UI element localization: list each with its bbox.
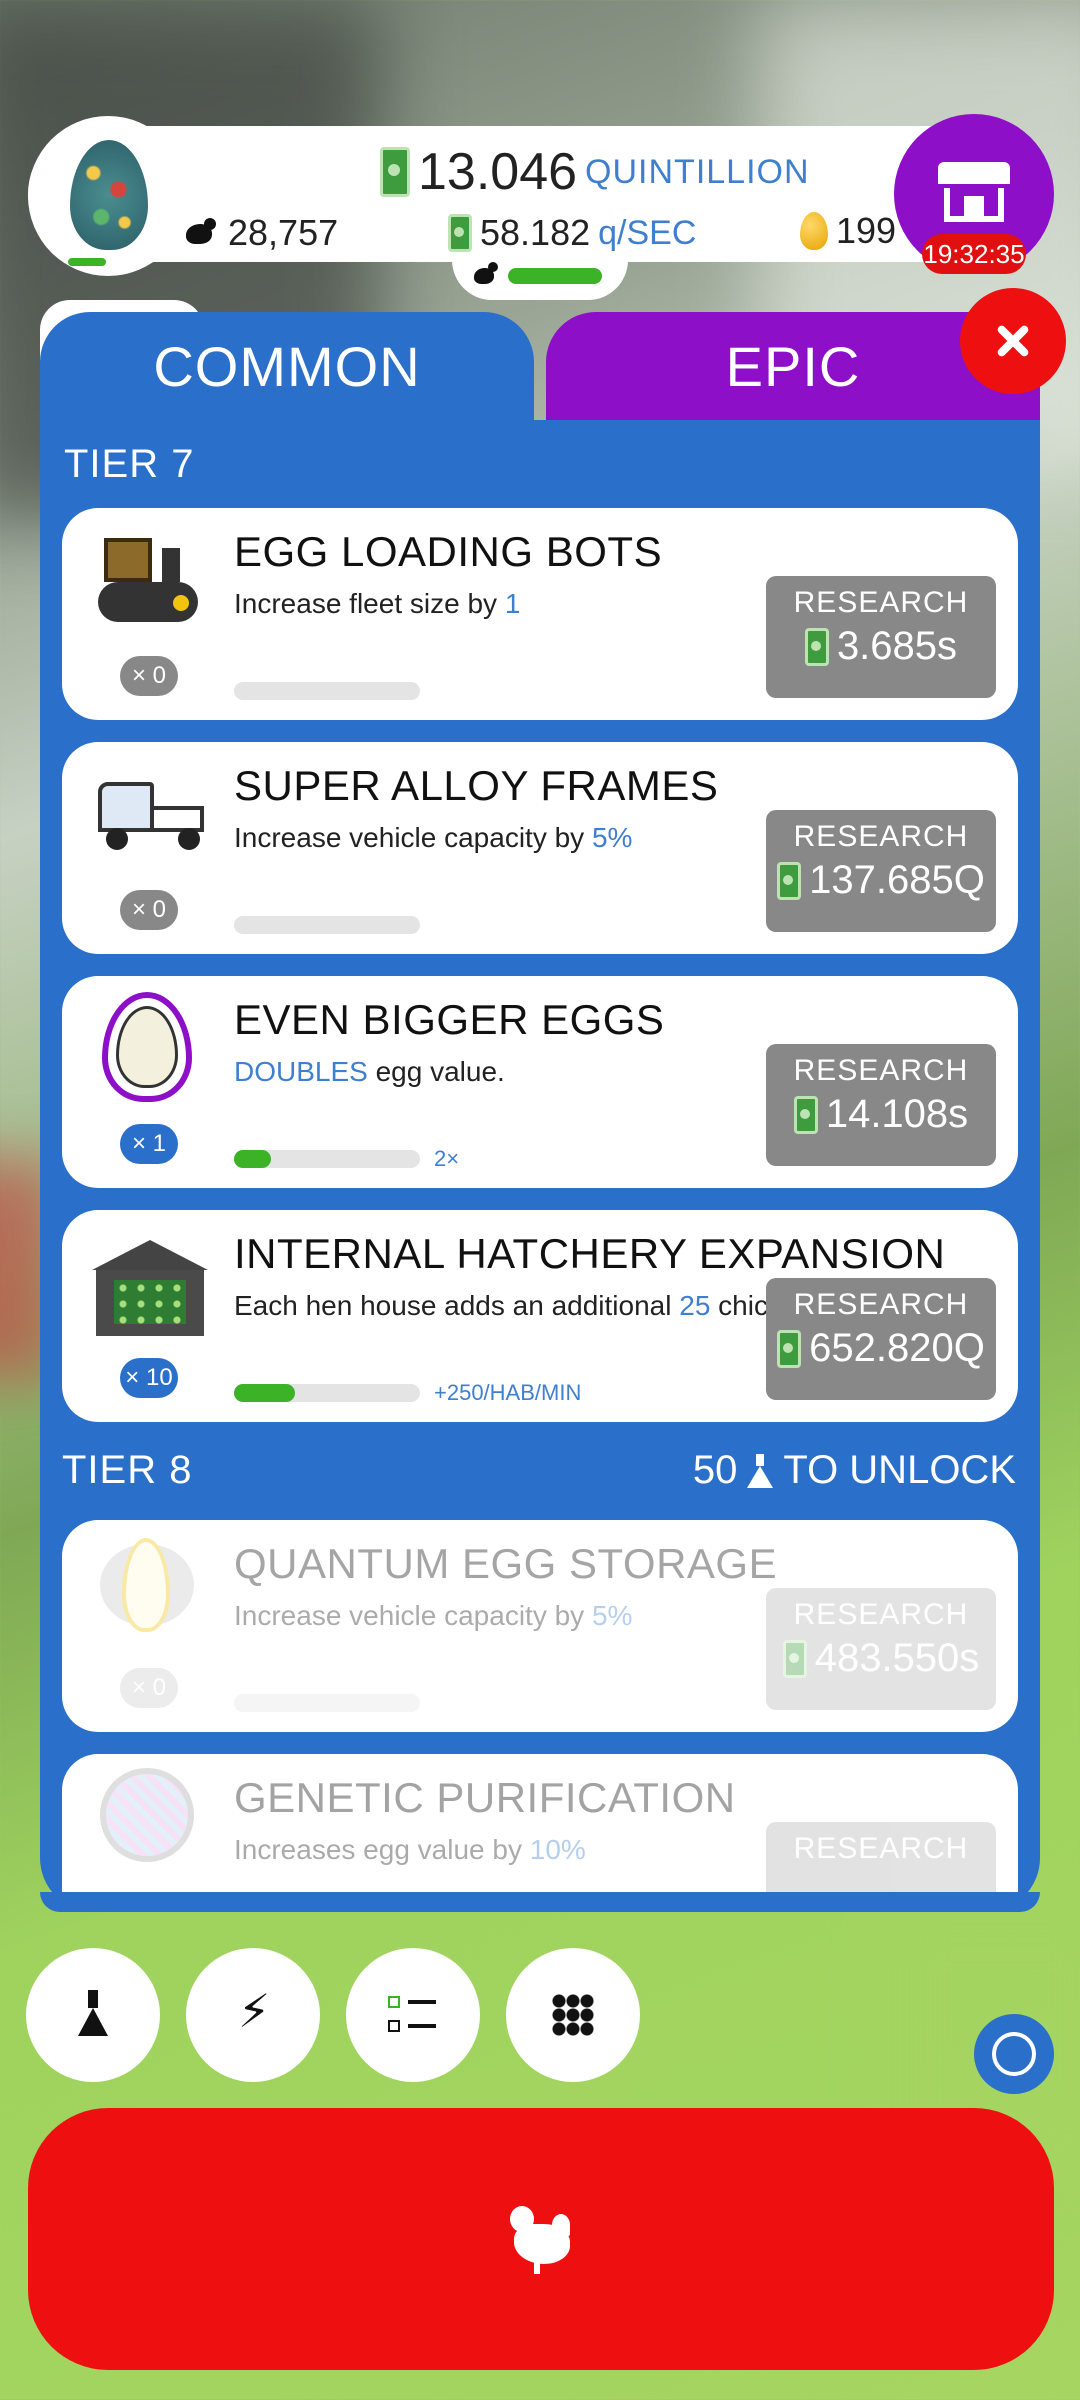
research-description: Increases egg value by 10% <box>234 1834 586 1865</box>
tier-8-title: TIER 8 <box>62 1448 193 1492</box>
checklist-icon <box>388 1992 440 2040</box>
chicken-icon <box>474 262 500 288</box>
research-button[interactable]: RESEARCH 3.685s <box>766 576 996 698</box>
research-button: RESEARCH <box>766 1822 996 1892</box>
research-title: GENETIC PURIFICATION <box>234 1774 736 1821</box>
money-display: 13.046 QUINTILLION <box>380 142 810 202</box>
panel-bottom-edge <box>40 1892 1040 1912</box>
cash-icon <box>777 861 802 900</box>
loading-bot-icon <box>92 538 208 638</box>
research-button-label: RESEARCH <box>793 1054 969 1087</box>
research-card-quantum-egg-storage: × 0 QUANTUM EGG STORAGE Increase vehicle… <box>62 1520 1018 1732</box>
research-button-label: RESEARCH <box>793 820 969 853</box>
research-title: QUANTUM EGG STORAGE <box>234 1540 778 1587</box>
research-button-label: RESEARCH <box>793 1832 969 1865</box>
earning-rate: 58.182 q/SEC <box>448 212 696 254</box>
menu-nav-button[interactable] <box>506 1948 640 2082</box>
research-description: Increase vehicle capacity by 5% <box>234 1600 633 1631</box>
hab-capacity-bar <box>508 268 602 284</box>
research-card-even-bigger-eggs: × 1 EVEN BIGGER EGGS DOUBLES egg value. … <box>62 976 1018 1188</box>
golden-eggs: 199 <box>800 210 896 252</box>
research-card-super-alloy-frames: × 0 SUPER ALLOY FRAMES Increase vehicle … <box>62 742 1018 954</box>
golden-egg-icon <box>800 212 828 250</box>
research-progress-note: +250/HAB/MIN <box>434 1380 582 1405</box>
boosts-nav-button[interactable]: ⚡ <box>186 1948 320 2082</box>
research-count: × 0 <box>120 890 178 930</box>
close-button[interactable] <box>960 288 1066 394</box>
research-button: RESEARCH 483.550s <box>766 1588 996 1710</box>
chicken-icon <box>186 218 220 248</box>
rate-unit: q/SEC <box>598 213 697 252</box>
rate-value: 58.182 <box>480 212 591 253</box>
shop-timer: 19:32:35 <box>922 234 1026 274</box>
research-card-genetic-purification: GENETIC PURIFICATION Increases egg value… <box>62 1754 1018 1892</box>
research-price: 14.108s <box>825 1092 969 1136</box>
dna-icon <box>100 1768 194 1862</box>
research-count: × 10 <box>120 1358 178 1398</box>
chicken-count: 28,757 <box>186 212 338 254</box>
research-button[interactable]: RESEARCH 14.108s <box>766 1044 996 1166</box>
research-count: × 0 <box>120 1668 178 1708</box>
cash-icon <box>793 1095 818 1134</box>
research-progress-note: 2× <box>434 1146 460 1171</box>
research-title: EVEN BIGGER EGGS <box>234 996 665 1043</box>
research-progress-fill <box>234 1384 296 1402</box>
research-description: Increase fleet size by 1 <box>234 588 521 619</box>
quantum-egg-icon <box>100 1538 194 1632</box>
research-progress-bar <box>234 682 420 700</box>
research-price: 3.685s <box>836 624 958 668</box>
research-title: EGG LOADING BOTS <box>234 528 663 575</box>
shop-icon <box>938 162 1010 222</box>
flask-icon <box>747 1453 774 1488</box>
research-price: 652.820Q <box>809 1326 985 1370</box>
tab-common-label: COMMON <box>153 335 421 398</box>
cash-icon <box>380 147 410 197</box>
lightning-icon: ⚡ <box>238 1984 271 2038</box>
research-description: Increase vehicle capacity by 5% <box>234 822 633 853</box>
cash-icon <box>448 214 472 252</box>
research-button-label: RESEARCH <box>793 1598 969 1631</box>
cash-icon <box>804 627 829 666</box>
tier-7-title: TIER 7 <box>64 442 195 486</box>
research-count: × 1 <box>120 1124 178 1164</box>
truck-icon <box>92 772 208 872</box>
missions-nav-button[interactable] <box>346 1948 480 2082</box>
status-ring-button[interactable] <box>974 2014 1054 2094</box>
egg-icon <box>102 992 192 1102</box>
chicken-count-value: 28,757 <box>228 212 339 253</box>
research-price: 137.685Q <box>809 858 985 902</box>
research-card-internal-hatchery-expansion: × 10 INTERNAL HATCHERY EXPANSION Each he… <box>62 1210 1018 1422</box>
egg-progress-bar <box>68 258 106 266</box>
research-card-egg-loading-bots: × 0 EGG LOADING BOTS Increase fleet size… <box>62 508 1018 720</box>
research-button-label: RESEARCH <box>793 1288 969 1321</box>
tier-8-unlock-text: TO UNLOCK <box>783 1448 1016 1492</box>
research-description: DOUBLES egg value. <box>234 1056 505 1087</box>
tier-8-unlock-count: 50 <box>692 1448 738 1492</box>
research-progress-bar <box>234 1384 420 1402</box>
research-progress-fill <box>234 1150 272 1168</box>
tier-8-unlock: 50 TO UNLOCK <box>693 1448 1016 1493</box>
flask-icon <box>78 1990 108 2038</box>
money-unit: QUINTILLION <box>585 152 810 191</box>
golden-eggs-value: 199 <box>836 210 897 251</box>
research-price: 483.550s <box>814 1636 980 1680</box>
research-title: SUPER ALLOY FRAMES <box>234 762 719 809</box>
research-title: INTERNAL HATCHERY EXPANSION <box>234 1230 946 1277</box>
research-button[interactable]: RESEARCH 137.685Q <box>766 810 996 932</box>
cash-icon <box>782 1639 807 1678</box>
research-progress-bar <box>234 1694 420 1712</box>
grid-icon <box>552 1994 594 2036</box>
research-button[interactable]: RESEARCH 652.820Q <box>766 1278 996 1400</box>
research-count: × 0 <box>120 656 178 696</box>
money-value: 13.046 <box>418 143 578 201</box>
research-nav-button[interactable] <box>26 1948 160 2082</box>
research-button-label: RESEARCH <box>793 586 969 619</box>
chicken-icon <box>506 2206 572 2274</box>
hen-house-icon <box>92 1240 208 1340</box>
research-progress-bar <box>234 1150 420 1168</box>
cash-icon <box>777 1329 802 1368</box>
research-progress-bar <box>234 916 420 934</box>
